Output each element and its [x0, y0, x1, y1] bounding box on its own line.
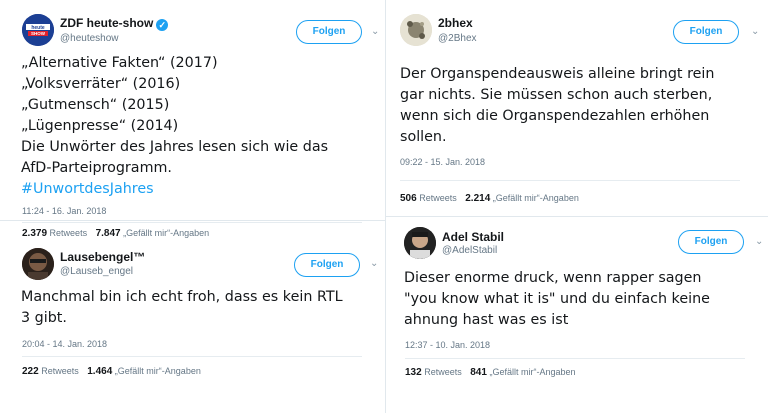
tweet-line: Manchmal bin ich echt froh, dass es kein… [21, 289, 343, 305]
stats-divider [22, 356, 362, 357]
chevron-down-icon[interactable]: ⌄ [755, 236, 763, 247]
follow-button[interactable]: Folgen [673, 20, 739, 44]
likes-label: „Gefällt mir“-Angaben [489, 367, 576, 377]
chevron-down-icon[interactable]: ⌄ [370, 258, 378, 269]
tweet-line: „Volksverräter“ (2016) [21, 76, 181, 92]
tweet-card: 2bhex @2Bhex Folgen ⌄ Der Organspendeaus… [386, 0, 768, 216]
avatar-image-icon [400, 14, 432, 46]
stats-divider [405, 358, 745, 359]
display-name[interactable]: Lausebengel™ [60, 250, 145, 264]
row-divider-left [0, 220, 385, 221]
follow-button[interactable]: Folgen [678, 230, 744, 254]
retweet-count[interactable]: 2.379 [22, 228, 47, 239]
stats-divider [22, 222, 362, 223]
tweet-line: „Gutmensch“ (2015) [21, 97, 170, 113]
retweets-label: Retweets [41, 366, 79, 376]
engagement-stats: 2.379 Retweets 7.847 „Gefällt mir“-Angab… [22, 228, 209, 239]
tweet-line: sollen. [400, 129, 447, 145]
like-count[interactable]: 841 [470, 367, 487, 378]
tweet-text: Der Organspendeausweis alleine bringt re… [400, 64, 714, 148]
avatar[interactable] [22, 248, 54, 280]
follow-button[interactable]: Folgen [294, 253, 360, 277]
tweet-text: Dieser enorme druck, wenn rapper sagen "… [404, 268, 710, 331]
avatar[interactable]: heute SHOW [22, 14, 54, 46]
timestamp[interactable]: 09:22 - 15. Jan. 2018 [400, 157, 485, 167]
stats-divider [400, 180, 740, 181]
engagement-stats: 222 Retweets 1.464 „Gefällt mir“-Angaben [22, 366, 201, 377]
tweet-line: Dieser enorme druck, wenn rapper sagen [404, 270, 702, 286]
display-name[interactable]: 2bhex [438, 16, 473, 30]
tweet-line: „Lügenpresse“ (2014) [21, 118, 179, 134]
avatar-image-icon [404, 227, 436, 259]
avatar-image-icon [22, 248, 54, 280]
like-count[interactable]: 1.464 [87, 366, 112, 377]
avatar[interactable] [404, 227, 436, 259]
engagement-stats: 506 Retweets 2.214 „Gefällt mir“-Angaben [400, 193, 579, 204]
hashtag-link[interactable]: #UnwortdesJahres [21, 179, 328, 200]
retweets-label: Retweets [424, 367, 462, 377]
svg-text:SHOW: SHOW [31, 31, 46, 36]
tweet-text: „Alternative Fakten“ (2017) „Volksverrät… [21, 53, 328, 200]
chevron-down-icon[interactable]: ⌄ [371, 26, 379, 37]
tweet-line: "you know what it is" und du einfach kei… [404, 291, 710, 307]
tweet-line: wenn sich die Organspendezahlen erhöhen [400, 108, 710, 124]
retweet-count[interactable]: 132 [405, 367, 422, 378]
tweet-line: gar nichts. Sie müssen schon auch sterbe… [400, 87, 713, 103]
chevron-down-icon[interactable]: ⌄ [751, 26, 759, 37]
tweet-card: Adel Stabil @AdelStabil Folgen ⌄ Dieser … [386, 217, 768, 413]
follow-button[interactable]: Folgen [296, 20, 362, 44]
tweet-line: Die Unwörter des Jahres lesen sich wie d… [21, 139, 329, 155]
tweet-card: heute SHOW ZDF heute-show ✓ @heuteshow Fo… [0, 0, 385, 220]
like-count[interactable]: 7.847 [96, 228, 121, 239]
display-name[interactable]: ZDF heute-show ✓ [60, 16, 169, 31]
tweet-card: Lausebengel™ @Lauseb_engel Folgen ⌄ Manc… [0, 244, 385, 413]
tweet-text: Manchmal bin ich echt froh, dass es kein… [21, 287, 343, 329]
likes-label: „Gefällt mir“-Angaben [123, 228, 210, 238]
tweet-line: „Alternative Fakten“ (2017) [21, 55, 218, 71]
user-handle[interactable]: @heuteshow [60, 33, 119, 44]
engagement-stats: 132 Retweets 841 „Gefällt mir“-Angaben [405, 367, 576, 378]
user-handle[interactable]: @AdelStabil [442, 245, 497, 256]
tweet-line: 3 gibt. [21, 310, 67, 326]
user-handle[interactable]: @Lauseb_engel [60, 266, 133, 277]
heute-show-logo-icon: heute SHOW [22, 14, 54, 46]
retweets-label: Retweets [419, 193, 457, 203]
display-name[interactable]: Adel Stabil [442, 230, 504, 244]
tweet-line: AfD-Parteiprogramm. [21, 160, 172, 176]
retweet-count[interactable]: 222 [22, 366, 39, 377]
tweet-line: ahnung hast was es ist [404, 312, 569, 328]
timestamp[interactable]: 11:24 - 16. Jan. 2018 [22, 206, 106, 216]
retweets-label: Retweets [49, 228, 88, 238]
user-handle[interactable]: @2Bhex [438, 33, 477, 44]
avatar[interactable] [400, 14, 432, 46]
timestamp[interactable]: 12:37 - 10. Jan. 2018 [405, 340, 490, 350]
tweet-line: Der Organspendeausweis alleine bringt re… [400, 66, 715, 82]
timestamp[interactable]: 20:04 - 14. Jan. 2018 [22, 339, 107, 349]
like-count[interactable]: 2.214 [465, 193, 490, 204]
verified-badge-icon: ✓ [156, 19, 169, 31]
likes-label: „Gefällt mir“-Angaben [492, 193, 579, 203]
likes-label: „Gefällt mir“-Angaben [114, 366, 201, 376]
retweet-count[interactable]: 506 [400, 193, 417, 204]
